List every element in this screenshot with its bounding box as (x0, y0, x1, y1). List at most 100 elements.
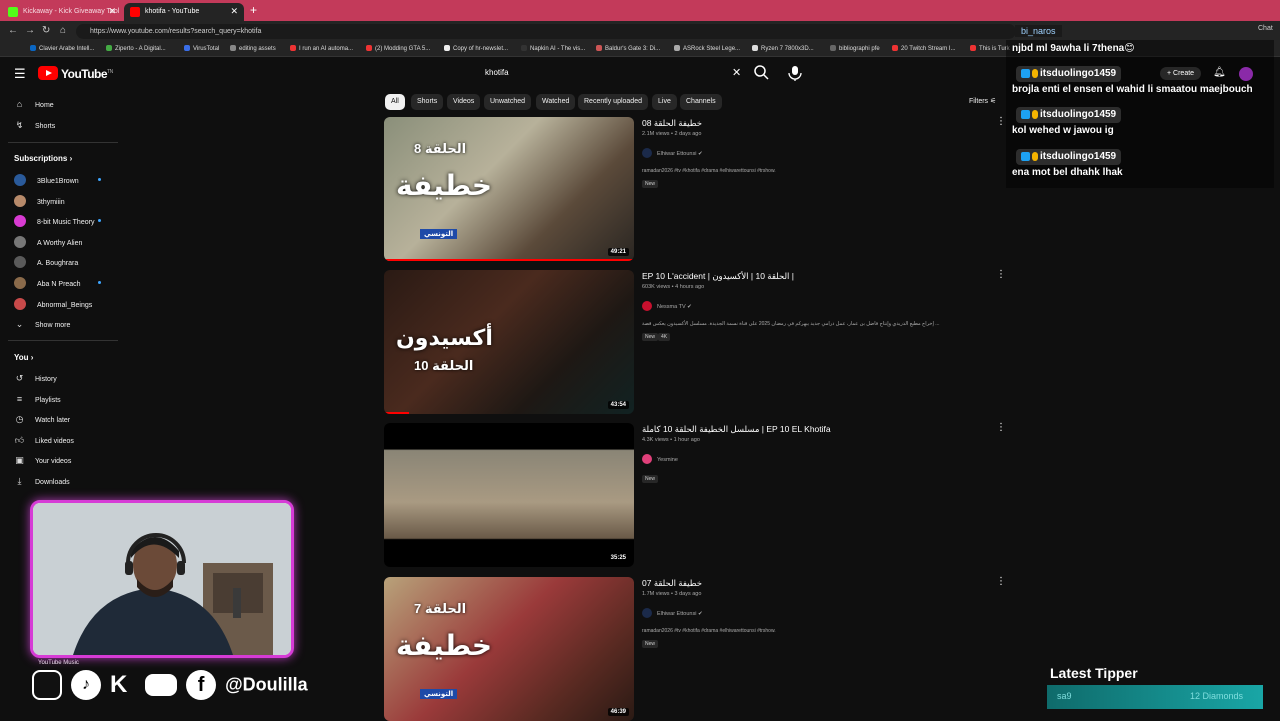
video-thumbnail[interactable]: الحلقة 7 خطيفة التونسي 46:39 (384, 577, 634, 721)
bookmark-label: editing assets (239, 46, 276, 52)
bookmark-item[interactable]: (2) Modding GTA 5... (366, 45, 430, 52)
notifications-icon[interactable]: 🔔︎ (1213, 67, 1226, 78)
bookmark-item[interactable]: ASRock Steel Lege... (674, 45, 740, 52)
thumbnail-caption: الحلقة 7 (414, 601, 467, 616)
back-icon[interactable]: ← (8, 25, 18, 36)
sidebar-item-playlists[interactable]: ≡ Playlists (14, 394, 61, 404)
browser-tab-kickaway[interactable]: Kickaway - Kick Giveaway Tool ✕ (2, 3, 122, 21)
chip-recently-uploaded[interactable]: Recently uploaded (578, 94, 648, 110)
sidebar-item-label: Watch later (35, 417, 71, 425)
bookmark-item[interactable]: Clavier Arabe Intell... (30, 45, 94, 52)
bookmark-item[interactable]: Ryzen 7 7800x3D... (752, 45, 814, 52)
create-button[interactable]: + Create (1160, 67, 1202, 80)
social-links: ♪ K f @Doulilla (32, 670, 308, 702)
youtube-logo[interactable]: YouTubeTN (38, 66, 113, 82)
chip-live[interactable]: Live (652, 94, 677, 110)
more-options-icon[interactable]: ⋮ (996, 269, 1006, 280)
show-more-button[interactable]: ⌄ Show more (14, 319, 71, 330)
close-tab-icon[interactable]: ✕ (230, 6, 238, 17)
search-icon[interactable] (751, 62, 773, 84)
sidebar-item-youtube-music[interactable]: YouTube Music (38, 660, 79, 666)
bookmark-item[interactable]: Baldur's Gate 3: Di... (596, 45, 660, 52)
you-header[interactable]: You › (14, 353, 33, 362)
sidebar-item-label: A Worthy Alien (37, 239, 83, 247)
sidebar-item-home[interactable]: ⌂ Home (14, 99, 54, 109)
sidebar-item-subscription[interactable]: 3Blue1Brown (14, 174, 79, 186)
sidebar-item-watch-later[interactable]: ◷ Watch later (14, 414, 71, 425)
new-content-dot (98, 281, 101, 284)
bookmark-favicon-icon (106, 45, 112, 51)
video-title[interactable]: EP 10 L'accident | الحلقة 10 | الأكسيدون… (642, 271, 794, 282)
chat-message: brojla enti el ensen el wahid li smaatou… (1012, 84, 1253, 95)
more-options-icon[interactable]: ⋮ (996, 116, 1006, 127)
channel-link[interactable]: Elhiwar Ettounsi ✔ (642, 608, 703, 618)
bookmark-item[interactable]: editing assets (230, 45, 276, 52)
history-icon: ↺ (15, 373, 24, 383)
chat-label[interactable]: Chat (1258, 25, 1273, 32)
video-title[interactable]: خطيفة الحلقة 08 (642, 118, 702, 129)
channel-link[interactable]: Nessma TV ✔ (642, 301, 692, 311)
sidebar-item-downloads[interactable]: ⤓ Downloads (14, 476, 70, 487)
sidebar-item-label: Abnormal_Beings (37, 301, 93, 309)
chat-message: kol wehed w jawou ig (1012, 125, 1114, 136)
bookmark-item[interactable]: VirusTotal (184, 45, 219, 52)
video-meta: 4.3K views • 1 hour ago (642, 437, 700, 443)
reload-icon[interactable]: ↻ (42, 25, 50, 36)
microphone-icon[interactable] (786, 63, 804, 83)
chip-all[interactable]: All (385, 94, 405, 110)
menu-icon[interactable]: ☰ (14, 66, 26, 82)
chat-message: njbd ml 9awha li 7thena😊 (1012, 43, 1135, 54)
avatar (14, 194, 26, 207)
close-tab-icon[interactable]: ✕ (108, 6, 116, 17)
bookmark-label: Clavier Arabe Intell... (39, 46, 95, 52)
address-bar-row: ← → ↻ ⌂ https://www.youtube.com/results?… (0, 21, 1280, 42)
sidebar-item-liked-videos[interactable]: 👍︎ Liked videos (14, 435, 74, 446)
sidebar-item-subscription[interactable]: 8-bit Music Theory (14, 215, 94, 228)
home-icon[interactable]: ⌂ (60, 25, 66, 36)
bookmark-item[interactable]: Ziperto - A Digital... (106, 45, 166, 52)
chip-channels[interactable]: Channels (680, 94, 722, 110)
bookmark-item[interactable]: Napkin AI - The vis... (521, 45, 585, 52)
bookmark-item[interactable]: 20 Twitch Stream I... (892, 45, 956, 52)
more-options-icon[interactable]: ⋮ (996, 576, 1006, 587)
sidebar-item-subscription[interactable]: Abnormal_Beings (14, 297, 93, 310)
more-options-icon[interactable]: ⋮ (996, 422, 1006, 433)
tab-label: Kickaway - Kick Giveaway Tool (23, 8, 120, 15)
sidebar-item-subscription[interactable]: 3thymiiin (14, 194, 65, 207)
url-input[interactable]: https://www.youtube.com/results?search_q… (76, 24, 1016, 39)
channel-link[interactable]: Yesmine (642, 454, 678, 464)
bookmark-item[interactable]: bibliographi pfe (830, 45, 880, 52)
video-title[interactable]: مسلسل الخطيفة الحلقة 10 كاملة | EP 10 EL… (642, 424, 831, 435)
subscriptions-header[interactable]: Subscriptions › (14, 154, 72, 163)
filters-button[interactable]: Filters ⚟ (969, 97, 996, 105)
chip-unwatched[interactable]: Unwatched (484, 94, 532, 110)
sidebar-item-your-videos[interactable]: ▣ Your videos (14, 455, 71, 466)
create-label: Create (1173, 70, 1195, 77)
sidebar-item-label: A. Boughrara (37, 260, 79, 268)
chip-watched[interactable]: Watched (536, 94, 576, 110)
chip-shorts[interactable]: Shorts (411, 94, 444, 110)
bookmark-item[interactable]: I run an AI automa... (290, 45, 353, 52)
chip-videos[interactable]: Videos (447, 94, 481, 110)
sidebar-item-shorts[interactable]: ↯ Shorts (14, 120, 56, 131)
browser-tab-youtube[interactable]: khotifa - YouTube ✕ (124, 3, 244, 21)
video-title[interactable]: خطيفة الحلقة 07 (642, 578, 702, 589)
sidebar-item-subscription[interactable]: Aba N Preach (14, 277, 81, 289)
new-content-dot (98, 178, 101, 181)
avatar[interactable] (1239, 67, 1253, 81)
forward-icon[interactable]: → (25, 25, 35, 36)
chevron-down-icon: ⌄ (15, 319, 24, 329)
video-thumbnail[interactable]: 35:25 (384, 423, 634, 567)
search-input[interactable]: khotifa (478, 64, 746, 82)
bookmark-item[interactable]: Copy of hr-newslet... (444, 45, 508, 52)
channel-link[interactable]: Elhiwar Ettounsi ✔ (642, 148, 703, 158)
bookmark-item[interactable]: This is Turk (970, 45, 1010, 52)
video-thumbnail[interactable]: الحلقة 10 أكسيدون 43:54 (384, 270, 634, 414)
new-tab-button[interactable]: + (250, 3, 257, 17)
sidebar-item-subscription[interactable]: A. Boughrara (14, 256, 79, 269)
clear-search-icon[interactable]: ✕ (732, 66, 741, 79)
sidebar-item-subscription[interactable]: A Worthy Alien (14, 235, 83, 248)
bookmark-favicon-icon (830, 45, 836, 51)
video-thumbnail[interactable]: الحلقة 8 خطيفة التونسي 49:21 (384, 117, 634, 261)
sidebar-item-history[interactable]: ↺ History (14, 373, 57, 384)
